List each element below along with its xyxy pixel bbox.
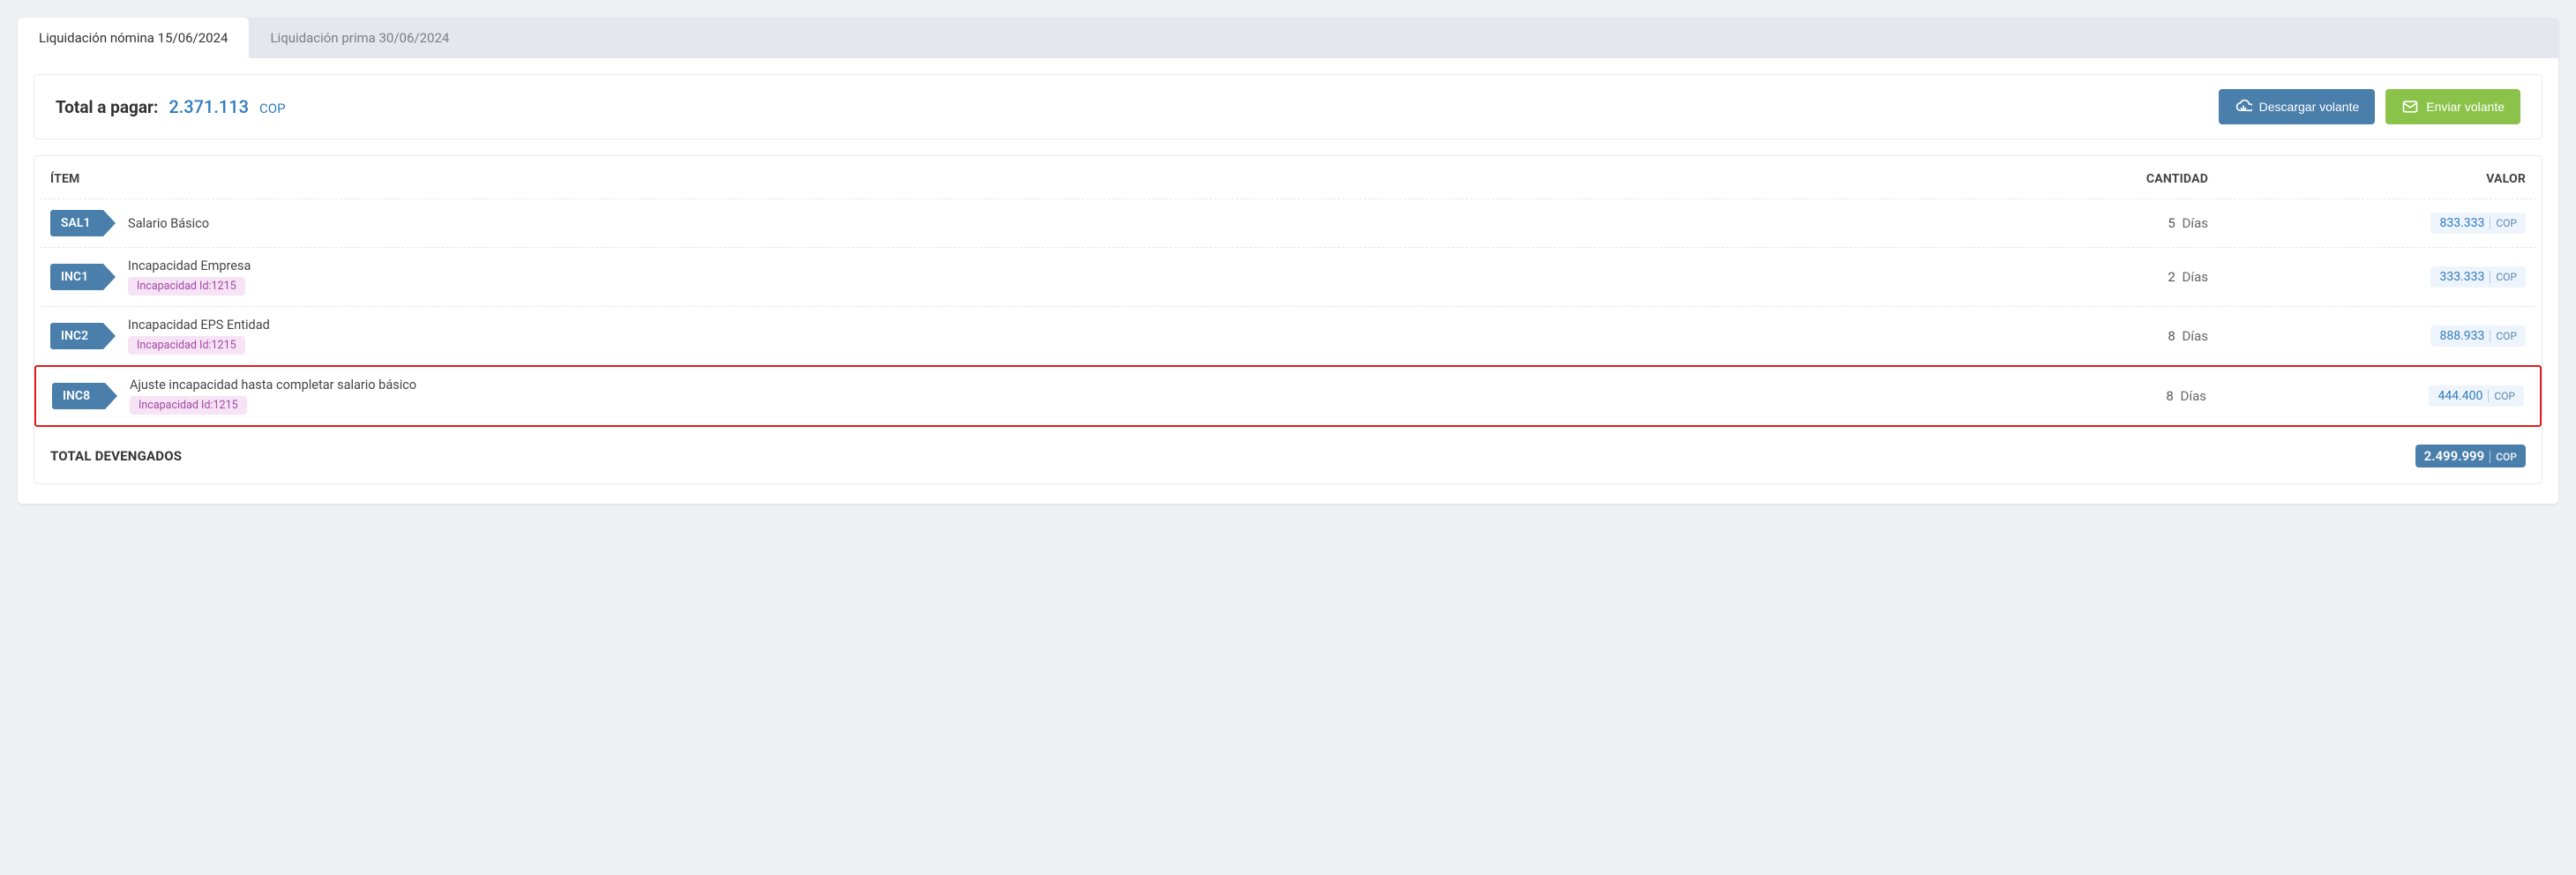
item-cell: INC2 Incapacidad EPS Entidad Incapacidad I…	[50, 318, 1996, 355]
col-qty-header: CANTIDAD	[1996, 172, 2208, 186]
action-buttons: Descargar volante Enviar volante	[2219, 89, 2520, 124]
tab-payroll[interactable]: Liquidación nómina 15/06/2024	[18, 18, 249, 58]
value-cell: 833.333 COP	[2208, 213, 2526, 234]
qty-cell: 5 Días	[1996, 215, 2208, 231]
item-cell: INC8 Ajuste incapacidad hasta completar s…	[52, 378, 1995, 415]
value-currency: COP	[2490, 330, 2517, 342]
value-pill: 888.933 COP	[2430, 325, 2526, 347]
item-name: Incapacidad Empresa	[128, 258, 251, 273]
tabs-bar: Liquidación nómina 15/06/2024 Liquidació…	[18, 18, 2558, 58]
send-voucher-label: Enviar volante	[2426, 100, 2505, 114]
table-header: ÍTEM CANTIDAD VALOR	[34, 156, 2542, 198]
totals-currency: COP	[2490, 451, 2517, 463]
table-row: INC1 Incapacidad Empresa Incapacidad Id:12…	[40, 247, 2536, 306]
incapacity-badge: Incapacidad Id:1215	[128, 336, 245, 355]
total-label: Total a pagar:	[56, 97, 158, 117]
qty-number: 2	[2168, 269, 2175, 285]
item-cell: SAL1 Salario Básico	[50, 210, 1996, 236]
item-text: Salario Básico	[128, 216, 209, 231]
table-row: INC2 Incapacidad EPS Entidad Incapacidad I…	[40, 306, 2536, 365]
download-voucher-button[interactable]: Descargar volante	[2219, 89, 2376, 124]
value-amount: 444.400	[2437, 389, 2482, 403]
download-voucher-label: Descargar volante	[2259, 100, 2360, 114]
qty-unit: Días	[2179, 215, 2208, 231]
col-item-header: ÍTEM	[50, 172, 1996, 186]
value-amount: 833.333	[2439, 216, 2484, 230]
value-cell: 888.933 COP	[2208, 325, 2526, 347]
total-summary: Total a pagar: 2.371.113 COP Descargar v…	[34, 74, 2542, 139]
table-row: INC8 Ajuste incapacidad hasta completar s…	[34, 365, 2542, 427]
totals-amount: 2.499.999	[2424, 448, 2485, 464]
col-value-header: VALOR	[2208, 172, 2526, 186]
item-name: Salario Básico	[128, 216, 209, 231]
item-text: Ajuste incapacidad hasta completar salar…	[130, 378, 416, 415]
value-pill: 444.400 COP	[2429, 385, 2524, 407]
totals-label: TOTAL DEVENGADOS	[50, 448, 2415, 464]
incapacity-badge: Incapacidad Id:1215	[130, 396, 247, 415]
qty-cell: 2 Días	[1996, 269, 2208, 285]
value-cell: 333.333 COP	[2208, 266, 2526, 288]
mail-icon	[2401, 98, 2419, 116]
qty-number: 8	[2168, 328, 2175, 344]
item-name: Ajuste incapacidad hasta completar salar…	[130, 378, 416, 393]
total-left: Total a pagar: 2.371.113 COP	[56, 96, 286, 117]
detail-table: ÍTEM CANTIDAD VALOR SAL1 Salario Básico 5 …	[34, 155, 2542, 484]
value-pill: 833.333 COP	[2430, 213, 2526, 234]
item-code-tag: SAL1	[50, 210, 103, 236]
incapacity-badge: Incapacidad Id:1215	[128, 277, 245, 295]
qty-unit: Días	[2179, 328, 2208, 344]
item-code-tag: INC8	[52, 383, 105, 409]
item-name: Incapacidad EPS Entidad	[128, 318, 270, 333]
qty-cell: 8 Días	[1996, 328, 2208, 344]
total-amount: 2.371.113	[168, 96, 249, 117]
qty-cell: 8 Días	[1995, 388, 2206, 404]
value-cell: 444.400 COP	[2206, 385, 2524, 407]
item-code-tag: INC1	[50, 264, 103, 290]
cloud-download-icon	[2235, 98, 2252, 116]
item-cell: INC1 Incapacidad Empresa Incapacidad Id:12…	[50, 258, 1996, 295]
totals-value-pill: 2.499.999 COP	[2415, 445, 2526, 467]
totals-row: TOTAL DEVENGADOS 2.499.999 COP	[34, 427, 2542, 467]
qty-unit: Días	[2177, 388, 2206, 404]
table-row: SAL1 Salario Básico 5 Días 833.333 COP	[40, 198, 2536, 247]
send-voucher-button[interactable]: Enviar volante	[2385, 89, 2520, 124]
value-currency: COP	[2490, 271, 2517, 283]
value-amount: 333.333	[2439, 270, 2484, 284]
qty-number: 5	[2168, 215, 2175, 231]
qty-unit: Días	[2179, 269, 2208, 285]
item-code-tag: INC2	[50, 323, 103, 349]
tab-prima[interactable]: Liquidación prima 30/06/2024	[249, 18, 470, 58]
item-text: Incapacidad EPS Entidad Incapacidad Id:12…	[128, 318, 270, 355]
qty-number: 8	[2166, 388, 2173, 404]
value-currency: COP	[2490, 217, 2517, 229]
value-pill: 333.333 COP	[2430, 266, 2526, 288]
table-body: SAL1 Salario Básico 5 Días 833.333 COP INC1 In…	[34, 198, 2542, 427]
value-amount: 888.933	[2439, 329, 2484, 343]
total-currency: COP	[259, 101, 286, 116]
value-currency: COP	[2488, 390, 2515, 402]
content-area: Total a pagar: 2.371.113 COP Descargar v…	[18, 58, 2558, 504]
item-text: Incapacidad Empresa Incapacidad Id:1215	[128, 258, 251, 295]
payroll-card: Liquidación nómina 15/06/2024 Liquidació…	[18, 18, 2558, 504]
